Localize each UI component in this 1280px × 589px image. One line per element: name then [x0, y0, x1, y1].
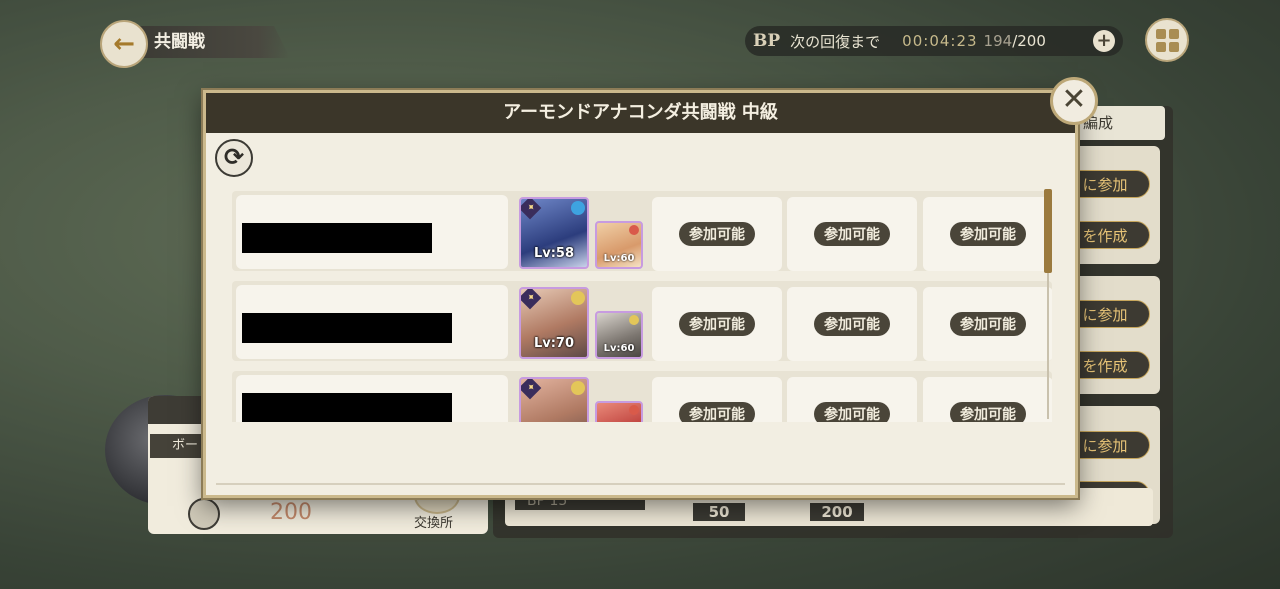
slot-status-badge: 参加可能	[679, 222, 755, 246]
back-button[interactable]: ←	[100, 20, 148, 68]
slot-status-badge: 参加可能	[814, 402, 890, 422]
party-slot[interactable]: 参加可能	[923, 377, 1052, 422]
slot-status-badge: 参加可能	[950, 312, 1026, 336]
support-unit-level: Lv:60	[603, 253, 635, 264]
grid-menu-button[interactable]	[1145, 18, 1189, 62]
bp-max: 200	[1017, 32, 1046, 50]
slot-status-badge: 参加可能	[814, 312, 890, 336]
arrow-left-icon: ←	[113, 29, 135, 59]
modal-divider	[216, 483, 1065, 485]
leader-unit-level: Lv:58	[533, 246, 575, 261]
support-unit-portrait: Lv:60	[595, 221, 643, 269]
room-owner-name	[236, 195, 508, 269]
water-element-icon	[571, 201, 585, 215]
close-icon: ✕	[1061, 82, 1087, 117]
modal-title: アーモンドアナコンダ共闘戦 中級	[206, 93, 1075, 133]
room-row[interactable]: ✦ Lv:58 Lv:60 参加可能 参加可能 参加可能	[232, 191, 1052, 271]
fire-element-icon	[629, 225, 639, 235]
party-slot[interactable]: 参加可能	[652, 197, 782, 271]
party-slot[interactable]: 参加可能	[787, 197, 917, 271]
fire-element-icon	[629, 405, 639, 415]
close-button[interactable]: ✕	[1050, 77, 1098, 125]
rarity-icon: ✦	[521, 199, 542, 220]
scrollbar-thumb[interactable]	[1044, 189, 1052, 273]
redacted-name	[242, 393, 452, 422]
refresh-icon: ⟳	[223, 143, 245, 171]
support-unit-portrait	[595, 401, 643, 422]
room-owner-name	[236, 285, 508, 359]
bp-next-recovery-label: 次の回復まで	[790, 32, 881, 51]
party-slot[interactable]: 参加可能	[787, 287, 917, 361]
party-slot[interactable]: 参加可能	[923, 287, 1052, 361]
bp-status-bar: BP 次の回復まで 00:04:23 194 / 200 +	[745, 26, 1123, 56]
room-row[interactable]: ✦ 参加可能 参加可能 参加可能	[232, 371, 1052, 422]
slot-status-badge: 参加可能	[679, 312, 755, 336]
slot-status-badge: 参加可能	[814, 222, 890, 246]
bp-icon: BP	[753, 31, 781, 51]
rarity-icon: ✦	[521, 379, 542, 400]
light-element-icon	[571, 381, 585, 395]
redacted-name	[242, 223, 432, 253]
bp-current: 194	[983, 32, 1013, 50]
refresh-button[interactable]: ⟳	[215, 139, 253, 177]
background-cost-a: 50	[693, 503, 745, 521]
redacted-name	[242, 313, 452, 343]
rarity-icon: ✦	[521, 289, 542, 310]
support-unit-portrait: Lv:60	[595, 311, 643, 359]
party-slot[interactable]: 参加可能	[652, 287, 782, 361]
party-slot[interactable]: 参加可能	[923, 197, 1052, 271]
slot-status-badge: 参加可能	[679, 402, 755, 422]
light-element-icon	[629, 315, 639, 325]
coin-icon	[188, 498, 220, 530]
leader-unit-portrait: ✦ Lv:70	[519, 287, 589, 359]
room-list[interactable]: ✦ Lv:58 Lv:60 参加可能 参加可能 参加可能 ✦ Lv:70 Lv:…	[232, 187, 1052, 422]
background-left-tab: ボー	[150, 434, 210, 458]
leader-unit-level: Lv:70	[533, 336, 575, 351]
bp-add-button[interactable]: +	[1093, 30, 1115, 52]
background-coin-value: 200	[270, 500, 312, 525]
room-row[interactable]: ✦ Lv:70 Lv:60 参加可能 参加可能 参加可能	[232, 281, 1052, 361]
party-slot[interactable]: 参加可能	[787, 377, 917, 422]
grid-menu-icon	[1155, 28, 1166, 39]
light-element-icon	[571, 291, 585, 305]
room-owner-name	[236, 375, 508, 422]
leader-unit-portrait: ✦ Lv:58	[519, 197, 589, 269]
slot-status-badge: 参加可能	[950, 402, 1026, 422]
exchange-label: 交換所	[414, 516, 454, 531]
bp-timer: 00:04:23	[902, 32, 978, 50]
leader-unit-portrait: ✦	[519, 377, 589, 422]
background-cost-b: 200	[810, 503, 864, 521]
slot-status-badge: 参加可能	[950, 222, 1026, 246]
party-slot[interactable]: 参加可能	[652, 377, 782, 422]
support-unit-level: Lv:60	[603, 343, 635, 354]
page-title: 共闘戦	[130, 26, 290, 58]
